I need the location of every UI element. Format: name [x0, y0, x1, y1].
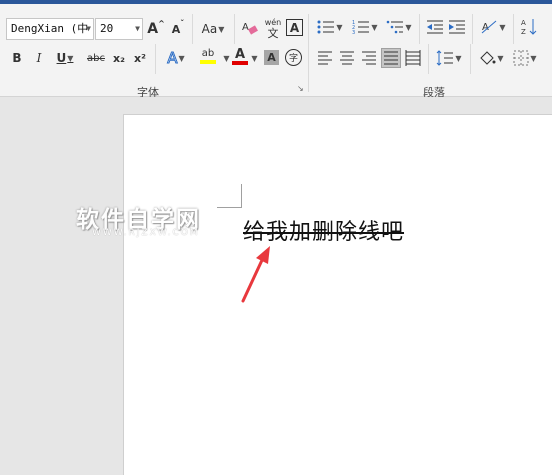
highlight-dropdown[interactable]: ▼ [222, 48, 230, 68]
numbering-button[interactable]: 1 2 3 ▼ [350, 17, 380, 37]
chevron-down-icon[interactable]: ▼ [135, 19, 140, 39]
highlight-color-swatch [200, 60, 216, 64]
red-arrow-icon [241, 246, 270, 303]
grow-font-label: A [147, 21, 159, 37]
strikethrough-label: abc [87, 52, 105, 64]
chevron-down-icon[interactable]: ▼ [86, 19, 91, 39]
subscript-label: x₂ [113, 51, 125, 65]
svg-text:A: A [242, 22, 249, 33]
distributed-button[interactable] [403, 48, 423, 68]
align-left-button[interactable] [315, 48, 335, 68]
change-case-label: Aa [201, 22, 218, 36]
align-center-icon [340, 51, 354, 65]
margin-corner-mark [241, 184, 242, 208]
character-border-button[interactable]: A [286, 19, 303, 36]
superscript-button[interactable]: x² [131, 48, 149, 68]
text-direction-button[interactable]: A ▼ [478, 17, 508, 37]
align-center-button[interactable] [337, 48, 357, 68]
decrease-indent-button[interactable] [425, 17, 445, 37]
sort-direction-icon: A [482, 20, 497, 34]
align-right-button[interactable] [359, 48, 379, 68]
separator [234, 14, 235, 44]
bullets-icon [317, 20, 335, 34]
borders-icon [513, 50, 529, 66]
clear-formatting-button[interactable]: A [240, 18, 260, 38]
underline-button[interactable]: U ▼ [52, 48, 78, 68]
eraser-icon: A [242, 22, 258, 35]
shrink-font-label: A [171, 22, 181, 36]
character-shading-label: A [267, 51, 276, 64]
font-color-swatch [232, 60, 248, 65]
enclose-characters-button[interactable]: 字 [285, 49, 302, 66]
subscript-button[interactable]: x₂ [110, 48, 128, 68]
change-case-button[interactable]: Aa ▼ [198, 19, 228, 39]
shrink-font-button[interactable]: Aˇ [170, 19, 186, 39]
shading-button[interactable]: ▼ [476, 48, 506, 68]
separator [428, 44, 429, 74]
separator [155, 44, 156, 74]
font-color-label: A [234, 46, 246, 62]
font-color-dropdown[interactable]: ▼ [250, 48, 258, 68]
font-name-box[interactable]: DengXian (中 ▼ [6, 18, 94, 40]
decrease-indent-icon [427, 20, 443, 34]
sort-icon: AZ [521, 19, 537, 36]
font-color-button[interactable]: A [230, 46, 250, 66]
strikethrough-button[interactable]: abc [84, 48, 108, 68]
multilevel-list-button[interactable]: ▼ [384, 17, 414, 37]
svg-text:A: A [521, 19, 526, 27]
separator [513, 14, 514, 44]
grow-font-button[interactable]: A ^ [147, 19, 165, 39]
font-name-value: DengXian (中 [11, 22, 89, 35]
bold-button[interactable]: B [8, 48, 26, 68]
line-spacing-icon [437, 50, 454, 66]
highlight-label: ab [201, 48, 215, 59]
document-page[interactable] [123, 114, 552, 475]
justify-icon [384, 51, 398, 65]
text-effects-label: A [167, 49, 178, 68]
separator [470, 44, 471, 74]
borders-button[interactable]: ▼ [510, 48, 540, 68]
phonetic-guide-button[interactable]: wén 文 [263, 15, 283, 41]
paint-bucket-icon [480, 51, 496, 65]
numbering-icon: 123 [352, 20, 370, 35]
sort-button[interactable]: AZ [519, 17, 539, 37]
superscript-label: x² [134, 51, 146, 65]
enclose-characters-label: 字 [288, 54, 298, 64]
align-right-icon [362, 51, 376, 65]
separator [419, 14, 420, 44]
group-separator [308, 14, 309, 92]
text-effects-button[interactable]: A ▼ [162, 48, 190, 68]
bullets-button[interactable]: ▼ [315, 17, 345, 37]
svg-text:Z: Z [521, 28, 526, 36]
separator [192, 14, 193, 44]
multilevel-list-icon [387, 20, 404, 34]
separator [472, 14, 473, 44]
watermark-url: WWW.RJZXW.COM [92, 228, 200, 238]
character-border-label: A [289, 20, 300, 35]
phonetic-bottom-label: 文 [267, 27, 279, 40]
character-shading-button[interactable]: A [264, 50, 279, 65]
increase-indent-button[interactable] [447, 17, 467, 37]
svg-text:3: 3 [352, 30, 355, 35]
font-size-box[interactable]: 20 ▼ [95, 18, 143, 40]
highlight-button[interactable]: ab [194, 46, 222, 66]
bold-label: B [12, 51, 22, 65]
justify-button[interactable] [381, 48, 401, 68]
italic-label: I [36, 51, 42, 65]
align-left-icon [318, 51, 332, 65]
margin-corner-mark [217, 207, 241, 208]
line-spacing-button[interactable]: ▼ [434, 48, 464, 68]
font-dialog-launcher-icon[interactable]: ↘ [297, 84, 304, 93]
font-size-value: 20 [100, 22, 114, 35]
ribbon-home: DengXian (中 ▼ 20 ▼ A ^ Aˇ Aa ▼ A wén 文 A B… [0, 4, 552, 99]
italic-button[interactable]: I [30, 48, 48, 68]
distributed-icon [405, 50, 421, 66]
increase-indent-icon [449, 20, 465, 34]
underline-label: U [56, 51, 67, 65]
